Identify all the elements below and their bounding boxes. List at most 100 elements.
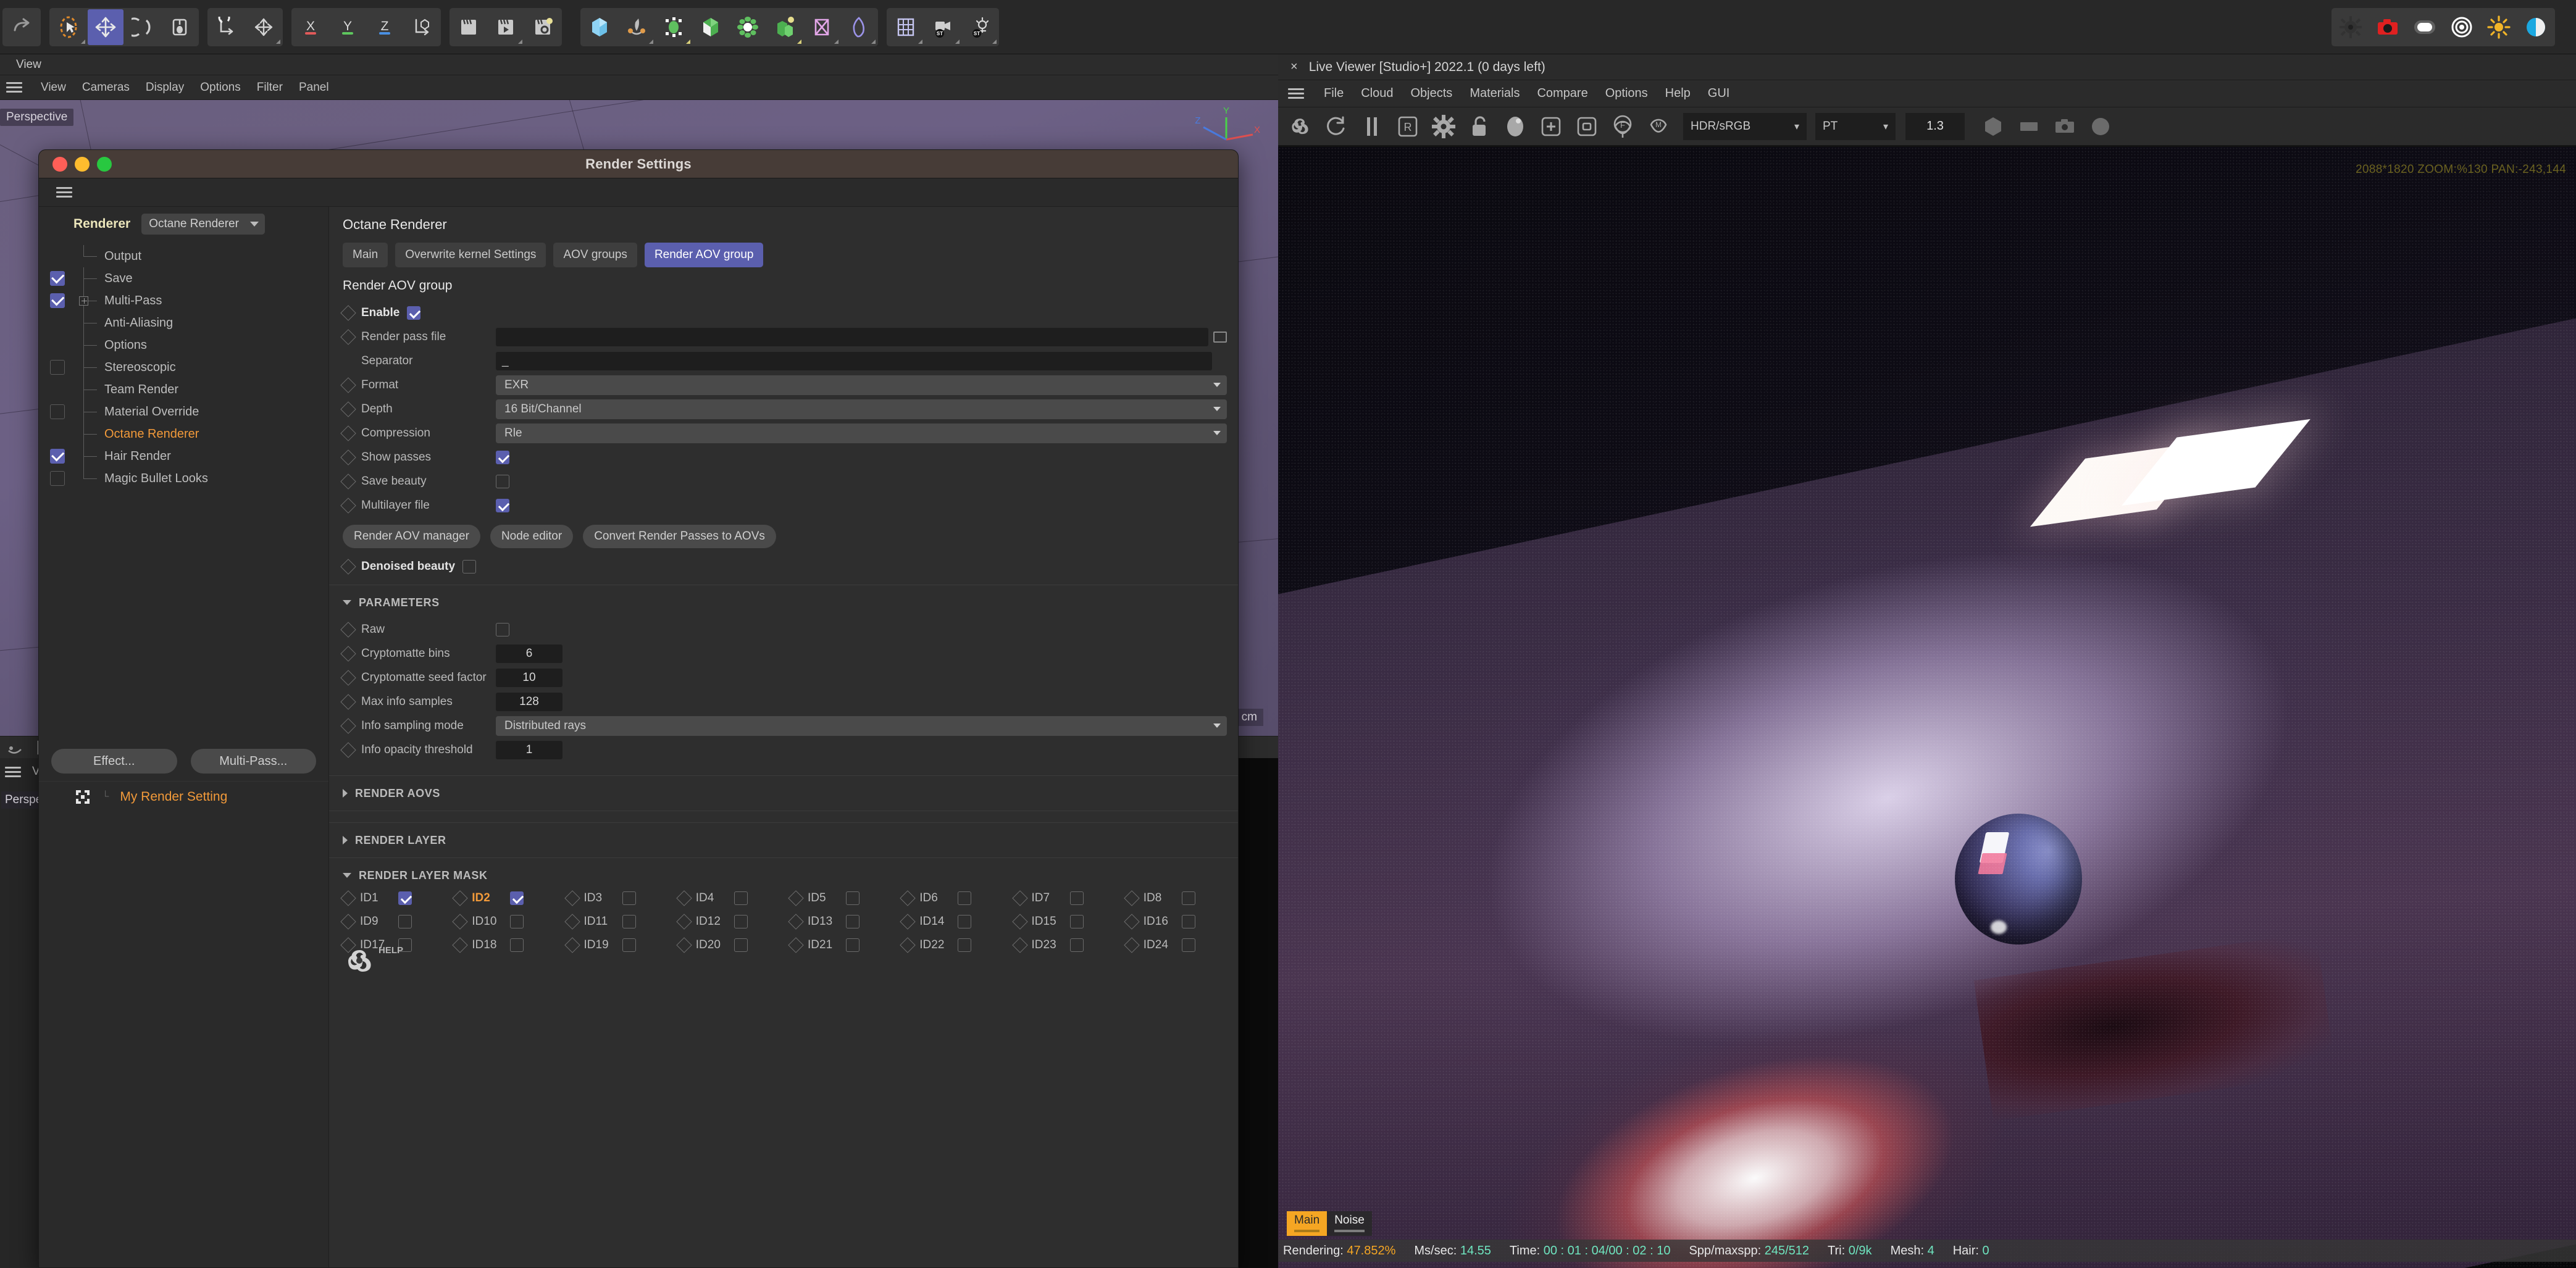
tree-item-multi-pass[interactable]: Multi-Pass <box>39 290 328 312</box>
red-camera-icon[interactable] <box>2370 9 2406 45</box>
lv-menu-gui[interactable]: GUI <box>1708 86 1730 101</box>
gear-dark-icon[interactable] <box>2333 9 2369 45</box>
node-editor-button[interactable]: Node editor <box>490 525 574 548</box>
tree-item-team-render[interactable]: Team Render <box>39 378 328 401</box>
mograph-icon[interactable] <box>730 9 766 45</box>
undo-icon[interactable] <box>4 9 40 45</box>
animate-diamond-icon[interactable] <box>340 741 356 758</box>
kernel-settings-icon[interactable] <box>1428 111 1460 143</box>
nurbs-icon[interactable] <box>656 9 692 45</box>
field-icon[interactable] <box>804 9 840 45</box>
enable-checkbox[interactable] <box>407 306 421 320</box>
spline-pen-icon[interactable] <box>619 9 654 45</box>
id-checkbox[interactable] <box>846 938 859 952</box>
kernel-dropdown[interactable]: PT ▾ <box>1815 112 1896 140</box>
animate-diamond-icon[interactable] <box>452 914 468 930</box>
live-viewer-render-area[interactable]: 2088*1820 ZOOM:%130 PAN:-243,144 Main No… <box>1278 147 2576 1268</box>
render-pass-file-input[interactable] <box>496 327 1208 346</box>
live-viewer-hamburger-icon[interactable] <box>1288 88 1304 99</box>
rotate-snap-icon[interactable] <box>209 9 245 45</box>
camera-icon[interactable]: ST <box>925 9 961 45</box>
id-checkbox[interactable] <box>1069 891 1084 905</box>
octane-restart-icon[interactable] <box>1284 111 1316 143</box>
tree-checkbox[interactable] <box>50 404 65 419</box>
animate-diamond-icon[interactable] <box>340 717 356 734</box>
tree-item-save[interactable]: Save <box>39 267 328 290</box>
render-to-picture-icon[interactable] <box>488 9 524 45</box>
denoised-beauty-checkbox[interactable] <box>462 559 477 574</box>
format-dropdown[interactable]: EXR <box>496 375 1227 395</box>
array-icon[interactable] <box>693 9 729 45</box>
cryptomatte-seed-factor-input[interactable]: 10 <box>496 668 562 687</box>
animate-diamond-icon[interactable] <box>340 425 356 441</box>
animate-diamond-icon[interactable] <box>788 937 804 953</box>
object-node-icon[interactable] <box>1571 111 1603 143</box>
sun-light-icon[interactable] <box>2481 9 2517 45</box>
tree-item-material-override[interactable]: Material Override <box>39 401 328 423</box>
deformer-icon[interactable] <box>767 9 803 45</box>
id-checkbox[interactable] <box>622 915 636 928</box>
viewport-hamburger-icon[interactable] <box>6 82 22 93</box>
id-checkbox[interactable] <box>846 915 859 928</box>
info-sampling-mode-dropdown[interactable]: Distributed rays <box>496 715 1227 736</box>
tree-item-options[interactable]: Options <box>39 334 328 356</box>
tab-noise[interactable]: Noise <box>1327 1211 1372 1236</box>
tree-item-anti-aliasing[interactable]: Anti-Aliasing <box>39 312 328 334</box>
tree-item-stereoscopic[interactable]: Stereoscopic <box>39 356 328 378</box>
y-axis-icon[interactable]: Y <box>330 9 366 45</box>
add-node-icon[interactable] <box>1535 111 1567 143</box>
lv-menu-options[interactable]: Options <box>1605 86 1648 101</box>
close-icon[interactable]: × <box>1290 60 1298 74</box>
animate-diamond-icon[interactable] <box>564 914 580 930</box>
render-view-icon[interactable] <box>451 9 487 45</box>
tab-aov-groups[interactable]: AOV groups <box>553 243 637 267</box>
hexagon-icon[interactable] <box>1977 111 2009 143</box>
id-checkbox[interactable] <box>1181 891 1195 905</box>
tree-checkbox[interactable] <box>50 271 65 286</box>
rectangle-icon[interactable] <box>2013 111 2045 143</box>
active-render-setting-row[interactable]: └ My Render Setting <box>39 781 328 812</box>
hdri-sphere-icon[interactable] <box>2518 9 2554 45</box>
section-render-aovs-header[interactable]: RENDER AOVS <box>329 782 1238 804</box>
id-checkbox[interactable] <box>734 938 748 952</box>
animate-diamond-icon[interactable] <box>900 937 916 953</box>
animate-diamond-icon[interactable] <box>340 890 356 906</box>
animate-diamond-icon[interactable] <box>340 377 356 393</box>
animate-diamond-icon[interactable] <box>900 914 916 930</box>
section-render-layer-header[interactable]: RENDER LAYER <box>329 829 1238 851</box>
tree-item-output[interactable]: Output <box>39 245 328 267</box>
rotate-icon[interactable] <box>125 9 161 45</box>
move-icon[interactable] <box>88 9 123 45</box>
animate-diamond-icon[interactable] <box>788 890 804 906</box>
target-light-icon[interactable] <box>2444 9 2480 45</box>
tab-overwrite-kernel[interactable]: Overwrite kernel Settings <box>395 243 546 267</box>
id-checkbox[interactable] <box>510 915 524 928</box>
lv-menu-compare[interactable]: Compare <box>1537 86 1587 101</box>
lv-menu-materials[interactable]: Materials <box>1470 86 1520 101</box>
octane-help-block[interactable]: HELP <box>343 944 403 978</box>
undo-view-icon[interactable] <box>5 740 23 756</box>
light-icon[interactable]: ST <box>962 9 998 45</box>
circle-icon[interactable] <box>2085 111 2117 143</box>
viewport-menu-view[interactable]: View <box>41 81 66 94</box>
viewport-lower-hamburger-icon[interactable] <box>5 766 21 777</box>
id-checkbox[interactable] <box>1181 915 1195 928</box>
tree-item-octane-renderer[interactable]: Octane Renderer <box>39 423 328 445</box>
animate-diamond-icon[interactable] <box>340 473 356 490</box>
id-checkbox[interactable] <box>1069 938 1084 952</box>
viewport-menu-display[interactable]: Display <box>146 81 184 94</box>
render-aov-manager-button[interactable]: Render AOV manager <box>343 525 480 548</box>
x-axis-icon[interactable]: X <box>293 9 328 45</box>
selection-live-icon[interactable] <box>51 9 86 45</box>
z-axis-icon[interactable]: Z <box>367 9 403 45</box>
animate-diamond-icon[interactable] <box>676 914 692 930</box>
render-settings-titlebar[interactable]: Render Settings <box>39 150 1238 178</box>
floor-icon[interactable] <box>888 9 924 45</box>
id-checkbox[interactable] <box>1069 915 1084 928</box>
animate-diamond-icon[interactable] <box>452 937 468 953</box>
colorspace-dropdown[interactable]: HDR/sRGB ▾ <box>1683 112 1807 140</box>
animate-diamond-icon[interactable] <box>676 937 692 953</box>
move-snap-icon[interactable] <box>246 9 282 45</box>
animate-diamond-icon[interactable] <box>1124 890 1140 906</box>
tab-render-aov-group[interactable]: Render AOV group <box>644 243 764 267</box>
